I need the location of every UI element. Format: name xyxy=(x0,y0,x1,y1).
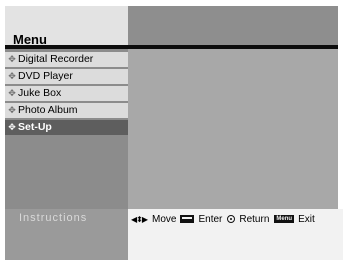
header-title-panel: Menu xyxy=(5,6,128,47)
key-hints: ◀⬍▶ Move Enter Return Menu Exit xyxy=(131,212,315,226)
menu-item-label: Set-Up xyxy=(18,121,52,133)
menu-item-label: Digital Recorder xyxy=(18,53,94,65)
enter-hint-label: Enter xyxy=(198,213,223,225)
menu-item-label: Juke Box xyxy=(18,87,62,99)
menu-key-icon: Menu xyxy=(274,215,295,223)
diamond-bullet-icon: ✥ xyxy=(8,122,16,132)
instructions-label: Instructions xyxy=(19,212,88,224)
header-banner xyxy=(128,6,338,45)
enter-key-icon xyxy=(180,215,195,223)
menu-item-dvd-player[interactable]: ✥ DVD Player xyxy=(5,69,128,84)
diamond-bullet-icon: ✥ xyxy=(8,88,16,98)
menu-screen: Menu ✥ Digital Recorder ✥ DVD Player ✥ J… xyxy=(0,0,343,260)
menu-item-photo-album[interactable]: ✥ Photo Album xyxy=(5,103,128,118)
sidebar-menu: ✥ Digital Recorder ✥ DVD Player ✥ Juke B… xyxy=(5,49,128,209)
menu-item-label: DVD Player xyxy=(18,70,73,82)
diamond-bullet-icon: ✥ xyxy=(8,71,16,81)
exit-hint-label: Exit xyxy=(298,213,315,225)
menu-item-digital-recorder[interactable]: ✥ Digital Recorder xyxy=(5,52,128,67)
instructions-panel: Instructions xyxy=(5,209,128,260)
diamond-bullet-icon: ✥ xyxy=(8,105,16,115)
return-key-icon xyxy=(227,215,236,223)
menu-item-set-up[interactable]: ✥ Set-Up xyxy=(5,120,128,135)
return-hint-label: Return xyxy=(239,213,270,225)
menu-list: ✥ Digital Recorder ✥ DVD Player ✥ Juke B… xyxy=(5,52,128,137)
move-hint-label: Move xyxy=(152,213,177,225)
diamond-bullet-icon: ✥ xyxy=(8,54,16,64)
content-panel xyxy=(128,49,338,209)
key-hints-bar: ◀⬍▶ Move Enter Return Menu Exit xyxy=(128,209,343,260)
menu-item-label: Photo Album xyxy=(18,104,78,116)
menu-item-juke-box[interactable]: ✥ Juke Box xyxy=(5,86,128,101)
arrows-icon: ◀⬍▶ xyxy=(131,214,148,224)
